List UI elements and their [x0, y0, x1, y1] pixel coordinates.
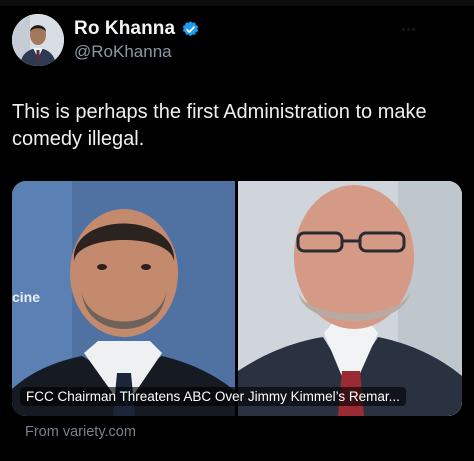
- verified-badge-icon: [183, 20, 199, 36]
- photo-right: [238, 181, 462, 416]
- author-name-row[interactable]: Ro Khanna: [74, 17, 200, 41]
- handle[interactable]: @RoKhanna: [74, 42, 172, 62]
- link-card-title[interactable]: FCC Chairman Threatens ABC Over Jimmy Ki…: [20, 387, 406, 406]
- backdrop-text: cine: [12, 289, 40, 305]
- top-divider: [0, 0, 474, 6]
- photo-left: cine: [12, 181, 235, 416]
- tweet: Ro Khanna @RoKhanna This is perhaps the …: [0, 0, 474, 461]
- avatar[interactable]: [12, 14, 64, 66]
- tweet-text: This is perhaps the first Administration…: [12, 101, 433, 150]
- more-options-icon[interactable]: [402, 28, 415, 32]
- display-name[interactable]: Ro Khanna: [74, 18, 175, 40]
- link-source[interactable]: From variety.com: [25, 424, 136, 440]
- link-card[interactable]: cine FCC Chairman Threatens ABC Over Jim…: [12, 181, 462, 416]
